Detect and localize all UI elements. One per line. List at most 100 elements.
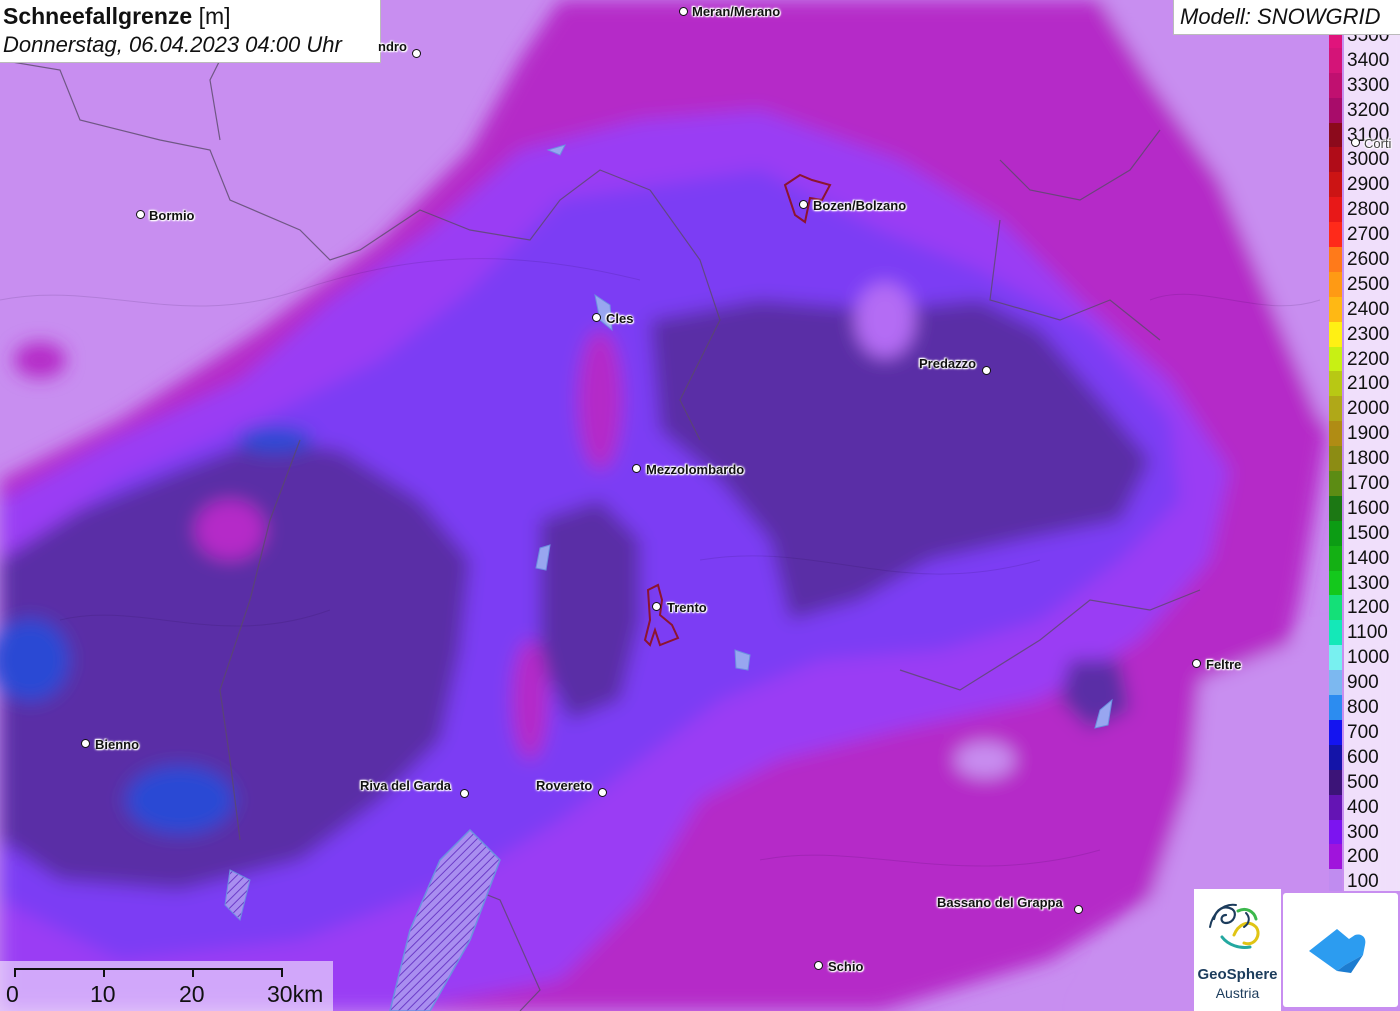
geosphere-name: GeoSphere (1197, 966, 1278, 983)
title-unit: [m] (198, 3, 231, 29)
city-label-bormio[interactable]: Bormio (149, 208, 195, 224)
scale-tick-30 (281, 968, 283, 977)
city-marker-ndro[interactable] (412, 49, 421, 58)
city-label-trento[interactable]: Trento (667, 600, 707, 616)
city-label-bienno[interactable]: Bienno (95, 737, 139, 753)
scale-bar: 0 10 20 30km (0, 961, 333, 1011)
city-label-cles[interactable]: Cles (606, 311, 633, 327)
legend-swatch (1329, 595, 1342, 621)
legend-label: 1500 (1344, 520, 1400, 546)
legend-label: 1200 (1344, 595, 1400, 621)
legend-swatch (1329, 695, 1342, 720)
city-marker-bassano[interactable] (1074, 905, 1083, 914)
legend-label: 2300 (1344, 321, 1400, 347)
color-legend: 3500 3400 3300 3200 3100 3000 2900 2800 2700 2600… (1327, 35, 1400, 891)
legend-swatch (1329, 222, 1342, 248)
legend-row: 2600 (1327, 247, 1400, 272)
city-marker-feltre[interactable] (1192, 659, 1201, 668)
city-marker-bienno[interactable] (81, 739, 90, 748)
city-marker-predazzo[interactable] (982, 366, 991, 375)
legend-row: 2900 (1327, 172, 1400, 198)
legend-label: 900 (1344, 670, 1400, 696)
legend-label: 1100 (1344, 620, 1400, 646)
legend-row: 2200 (1327, 346, 1400, 372)
legend-swatch (1329, 172, 1342, 198)
city-label-bolzano[interactable]: Bozen/Bolzano (813, 198, 906, 214)
city-marker-rovereto[interactable] (598, 788, 607, 797)
legend-swatch (1329, 495, 1342, 521)
city-marker-cles[interactable] (592, 313, 601, 322)
legend-row: 200 (1327, 844, 1400, 870)
city-label-feltre[interactable]: Feltre (1206, 657, 1241, 673)
legend-row: 600 (1327, 744, 1400, 770)
legend-label: 2700 (1344, 222, 1400, 248)
legend-swatch (1329, 47, 1342, 73)
city-marker-mezzolombardo[interactable] (632, 464, 641, 473)
legend-row: 700 (1327, 719, 1400, 745)
legend-swatch (1329, 371, 1342, 397)
city-label-rovereto[interactable]: Rovereto (536, 778, 592, 794)
legend-row: 1000 (1327, 645, 1400, 671)
model-label: Modell: SNOWGRID (1180, 4, 1381, 29)
city-label-schio[interactable]: Schio (828, 959, 863, 975)
city-label-ndro[interactable]: ndro (378, 39, 407, 55)
legend-swatch (1329, 97, 1342, 123)
legend-label: 3300 (1344, 72, 1400, 98)
city-label-merano[interactable]: Meran/Merano (692, 4, 780, 20)
map-title-panel: Schneefallgrenze [m] Donnerstag, 06.04.2… (0, 0, 381, 63)
legend-row: 1700 (1327, 471, 1400, 496)
legend-row: 500 (1327, 769, 1400, 795)
legend-swatch (1329, 844, 1342, 870)
city-marker-bormio[interactable] (136, 210, 145, 219)
legend-swatch (1329, 122, 1342, 148)
legend-label: 200 (1344, 844, 1400, 870)
city-marker-corti[interactable] (1351, 138, 1360, 147)
legend-row: 3400 (1327, 47, 1400, 73)
legend-swatch (1329, 446, 1342, 472)
legend-row: 2000 (1327, 396, 1400, 422)
city-marker-bolzano[interactable] (799, 200, 808, 209)
legend-row: 3200 (1327, 97, 1400, 123)
legend-swatch (1329, 396, 1342, 422)
city-label-bassano[interactable]: Bassano del Grappa (937, 895, 1063, 911)
legend-swatch (1329, 794, 1342, 820)
city-marker-merano[interactable] (679, 7, 688, 16)
legend-label: 500 (1344, 769, 1400, 795)
legend-label: 1700 (1344, 471, 1400, 496)
legend-row: 2800 (1327, 197, 1400, 223)
legend-row: 3300 (1327, 72, 1400, 98)
model-label-panel: Modell: SNOWGRID (1173, 0, 1400, 35)
city-label-riva-del-garda[interactable]: Riva del Garda (360, 778, 451, 794)
geosphere-logo-icon (1209, 903, 1260, 949)
legend-label: 1900 (1344, 421, 1400, 447)
app-logo-icon (1309, 929, 1366, 973)
legend-row: 2300 (1327, 321, 1400, 347)
geosphere-logo[interactable]: GeoSphere Austria (1194, 889, 1281, 1011)
legend-row: 2500 (1327, 271, 1400, 297)
legend-label: 100 (1344, 869, 1400, 891)
legend-row: 3500 (1327, 35, 1400, 48)
city-label-corti[interactable]: Corti (1364, 136, 1391, 152)
city-marker-riva-del-garda[interactable] (460, 789, 469, 798)
city-label-predazzo[interactable]: Predazzo (919, 356, 976, 372)
city-label-mezzolombardo[interactable]: Mezzolombardo (646, 462, 744, 478)
legend-swatch (1329, 545, 1342, 571)
legend-row: 300 (1327, 819, 1400, 845)
legend-swatch (1329, 719, 1342, 745)
city-marker-schio[interactable] (814, 961, 823, 970)
legend-label: 1600 (1344, 495, 1400, 521)
map-view[interactable]: { "header": { "title": "Schneefallgrenze… (0, 0, 1400, 1011)
city-marker-trento[interactable] (652, 602, 661, 611)
legend-label: 2800 (1344, 197, 1400, 223)
legend-swatch (1329, 645, 1342, 671)
legend-label: 1400 (1344, 545, 1400, 571)
app-logo[interactable] (1283, 893, 1398, 1007)
legend-swatch (1329, 744, 1342, 770)
snowfall-limit-map[interactable] (0, 0, 1400, 1011)
map-timestamp: Donnerstag, 06.04.2023 04:00 Uhr (3, 32, 342, 57)
map-title: Schneefallgrenze [m] (3, 2, 380, 31)
legend-swatch (1329, 620, 1342, 646)
scale-label-10: 10 (90, 981, 116, 1007)
legend-label: 2600 (1344, 247, 1400, 272)
legend-swatch (1329, 670, 1342, 696)
